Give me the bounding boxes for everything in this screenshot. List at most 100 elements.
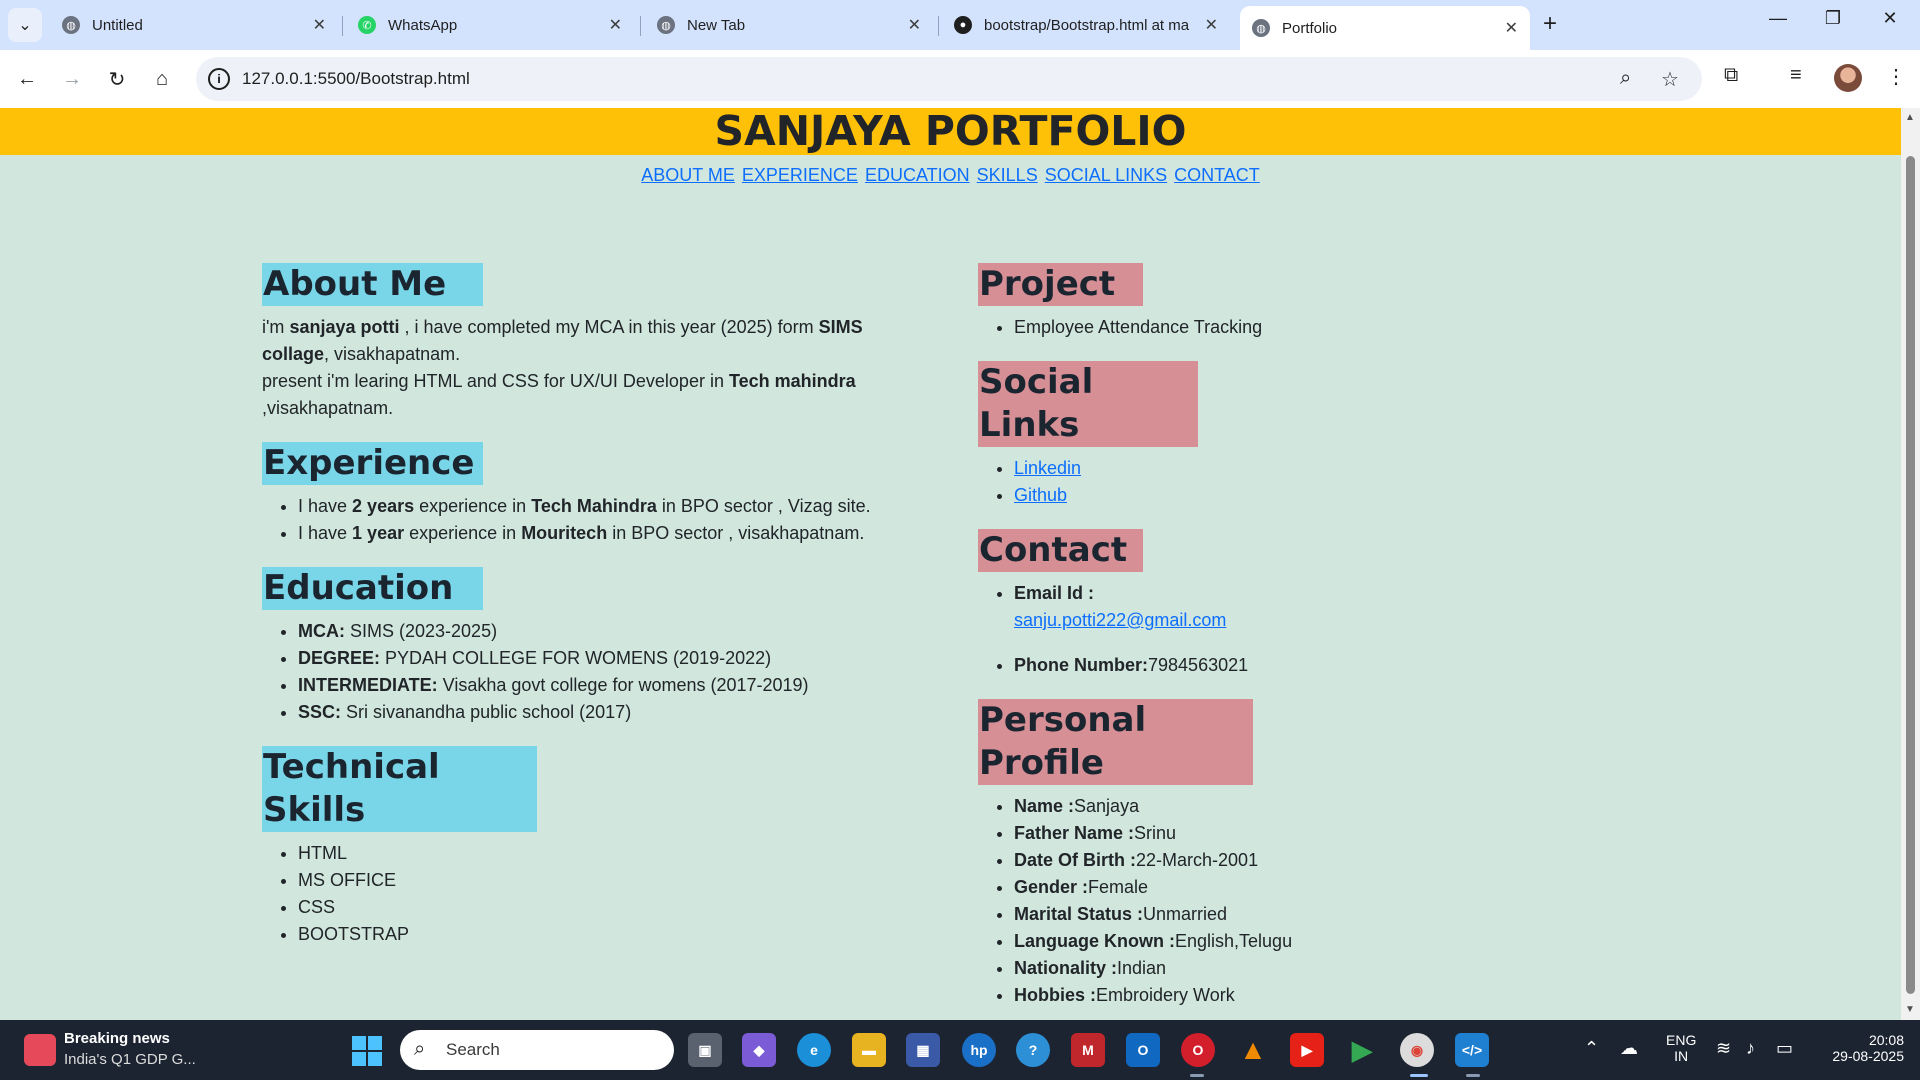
- zoom-icon[interactable]: ⌕: [1620, 67, 1631, 90]
- play-store-icon[interactable]: ▶: [1345, 1033, 1379, 1067]
- forward-button[interactable]: →: [57, 64, 87, 94]
- tab-strip: ⌄ ◍ Untitled ✕ ✆ WhatsApp ✕ ◍ New Tab ✕ …: [0, 0, 1920, 50]
- volume-icon[interactable]: ♪: [1746, 1038, 1755, 1059]
- list-item: SSC: Sri sivanandha public school (2017): [298, 699, 902, 726]
- profile-avatar[interactable]: [1834, 64, 1862, 92]
- windows-start-icon[interactable]: [352, 1036, 382, 1066]
- text: Sanjaya: [1074, 796, 1140, 816]
- github-link[interactable]: Github: [1014, 485, 1067, 505]
- text: Indian: [1117, 958, 1167, 978]
- nav-link-skills[interactable]: SKILLS: [977, 165, 1038, 185]
- tab-untitled[interactable]: ◍ Untitled ✕: [50, 6, 338, 44]
- list-item: Marital Status :Unmarried: [1014, 901, 1618, 928]
- bookmark-star-icon[interactable]: ☆: [1661, 67, 1679, 92]
- close-icon[interactable]: ✕: [908, 15, 921, 35]
- text: Name :: [1014, 796, 1075, 816]
- text: SIMS (2023-2025): [345, 621, 498, 641]
- text: INTERMEDIATE:: [298, 675, 438, 695]
- contact-heading: Contact: [978, 529, 1143, 572]
- clock[interactable]: 20:08 29-08-2025: [1818, 1032, 1904, 1064]
- nav-link-education[interactable]: EDUCATION: [865, 165, 970, 185]
- minimize-button[interactable]: —: [1758, 8, 1798, 29]
- youtube-icon[interactable]: ▶: [1290, 1033, 1324, 1067]
- outlook-icon[interactable]: O: [1126, 1033, 1160, 1067]
- close-icon[interactable]: ✕: [313, 15, 326, 35]
- store-icon[interactable]: ▦: [906, 1033, 940, 1067]
- back-button[interactable]: ←: [12, 64, 42, 94]
- site-info-icon[interactable]: i: [208, 68, 230, 90]
- text: Mouritech: [521, 523, 608, 543]
- restore-button[interactable]: ❐: [1813, 8, 1853, 29]
- url-text[interactable]: 127.0.0.1:5500/Bootstrap.html: [242, 69, 470, 89]
- news-widget-icon[interactable]: [24, 1034, 56, 1066]
- linkedin-link[interactable]: Linkedin: [1014, 458, 1081, 478]
- text: MCA:: [298, 621, 345, 641]
- scroll-up-arrow[interactable]: ▲: [1905, 112, 1915, 123]
- experience-list: I have 2 years experience in Tech Mahind…: [262, 493, 902, 547]
- opera-icon[interactable]: O: [1181, 1033, 1215, 1067]
- mcafee-icon[interactable]: M: [1071, 1033, 1105, 1067]
- about-paragraph: i'm sanjaya potti , i have completed my …: [262, 314, 902, 422]
- email-link[interactable]: sanju.potti222@gmail.com: [1014, 610, 1226, 630]
- left-column: About Me i'm sanjaya potti , i have comp…: [262, 263, 902, 948]
- wifi-icon[interactable]: ≋: [1716, 1038, 1731, 1059]
- new-tab-button[interactable]: +: [1543, 10, 1557, 38]
- close-window-button[interactable]: ✕: [1870, 8, 1910, 29]
- text: Embroidery Work: [1096, 985, 1235, 1005]
- text: Gender :: [1014, 877, 1089, 897]
- browser-toolbar: ← → ↻ ⌂ i 127.0.0.1:5500/Bootstrap.html …: [0, 50, 1920, 108]
- media-control-icon[interactable]: ≡: [1790, 64, 1802, 87]
- chrome-icon[interactable]: ◉: [1400, 1033, 1434, 1067]
- tab-github[interactable]: ● bootstrap/Bootstrap.html at ma ✕: [942, 6, 1230, 44]
- text: Marital Status :: [1014, 904, 1144, 924]
- list-item: Father Name :Srinu: [1014, 820, 1618, 847]
- close-icon[interactable]: ✕: [1505, 18, 1518, 38]
- language-indicator[interactable]: ENG IN: [1666, 1032, 1696, 1064]
- list-item: HTML: [298, 840, 902, 867]
- list-item: Email Id : sanju.potti222@gmail.com: [1014, 580, 1618, 634]
- tab-whatsapp[interactable]: ✆ WhatsApp ✕: [346, 6, 634, 44]
- tab-title: WhatsApp: [388, 16, 458, 34]
- tab-portfolio[interactable]: ◍ Portfolio ✕: [1240, 6, 1530, 50]
- battery-icon[interactable]: ▭: [1776, 1038, 1793, 1059]
- hp-icon[interactable]: hp: [962, 1033, 996, 1067]
- close-icon[interactable]: ✕: [609, 15, 622, 35]
- edge-icon[interactable]: e: [797, 1033, 831, 1067]
- taskbar-search[interactable]: ⌕ Search: [400, 1030, 674, 1070]
- nav-link-experience[interactable]: EXPERIENCE: [742, 165, 858, 185]
- news-title[interactable]: Breaking news: [64, 1030, 170, 1047]
- copilot-icon[interactable]: ◆: [742, 1033, 776, 1067]
- nav-link-about[interactable]: ABOUT ME: [641, 165, 735, 185]
- education-heading: Education: [262, 567, 483, 610]
- about-text: , i have completed my MCA in this year (…: [399, 317, 819, 337]
- globe-icon: ◍: [1252, 19, 1270, 37]
- globe-icon: ◍: [62, 16, 80, 34]
- home-button[interactable]: ⌂: [147, 64, 177, 94]
- reload-button[interactable]: ↻: [102, 64, 132, 94]
- github-icon: ●: [954, 16, 972, 34]
- text: 22-March-2001: [1136, 850, 1259, 870]
- experience-heading: Experience: [262, 442, 483, 485]
- list-item: Linkedin: [1014, 455, 1618, 482]
- nav-link-social[interactable]: SOCIAL LINKS: [1045, 165, 1167, 185]
- nav-link-contact[interactable]: CONTACT: [1174, 165, 1260, 185]
- cloud-sync-icon[interactable]: ☁: [1620, 1038, 1638, 1059]
- file-explorer-icon[interactable]: ▬: [852, 1033, 886, 1067]
- extensions-icon[interactable]: ⧉: [1724, 64, 1738, 87]
- page-scrollbar[interactable]: ▲ ▼: [1901, 108, 1920, 1020]
- menu-icon[interactable]: ⋮: [1886, 64, 1906, 89]
- help-icon[interactable]: ?: [1016, 1033, 1050, 1067]
- news-subtitle[interactable]: India's Q1 GDP G...: [64, 1051, 196, 1068]
- tab-divider: [938, 16, 939, 36]
- scroll-thumb[interactable]: [1906, 156, 1915, 994]
- tab-search-button[interactable]: ⌄: [8, 8, 42, 42]
- tab-new-tab[interactable]: ◍ New Tab ✕: [645, 6, 933, 44]
- scroll-down-arrow[interactable]: ▼: [1905, 1004, 1915, 1015]
- task-view-icon[interactable]: ▣: [688, 1033, 722, 1067]
- vlc-icon[interactable]: ▲: [1236, 1033, 1270, 1067]
- text: English,Telugu: [1175, 931, 1293, 951]
- tray-chevron-icon[interactable]: ⌃: [1584, 1038, 1599, 1059]
- address-bar[interactable]: i 127.0.0.1:5500/Bootstrap.html ⌕ ☆: [196, 57, 1702, 101]
- close-icon[interactable]: ✕: [1205, 15, 1218, 35]
- vscode-icon[interactable]: </>: [1455, 1033, 1489, 1067]
